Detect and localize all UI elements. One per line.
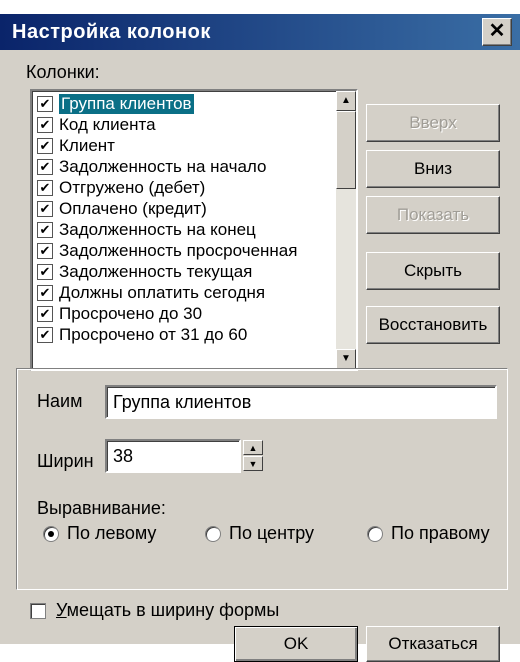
list-scrollbar[interactable]: ▲ ▼ xyxy=(336,91,356,369)
checkbox-icon[interactable]: ✔ xyxy=(37,200,53,217)
column-label: Оплачено (кредит) xyxy=(59,198,207,218)
column-settings-dialog: Настройка колонок ✕ Колонки: ✔ Группа кли… xyxy=(0,14,520,662)
column-properties-group: Наим Группа клиентов Ширин 38 ▲ ▼ Выравн… xyxy=(16,368,508,590)
column-label: Отгружено (дебет) xyxy=(59,177,206,197)
column-label: Задолженность просроченная xyxy=(59,240,298,260)
list-item[interactable]: ✔ Должны оплатить сегодня xyxy=(34,282,330,303)
alignment-label: Выравнивание: xyxy=(37,498,166,518)
column-label: Просрочено от 31 до 60 xyxy=(59,324,248,344)
align-center-radio[interactable]: По центру xyxy=(205,523,314,544)
column-label: Группа клиентов xyxy=(59,93,194,114)
align-center-label: По центру xyxy=(229,523,315,543)
close-icon: ✕ xyxy=(488,20,506,42)
restore-button[interactable]: Восстановить xyxy=(366,306,500,344)
window-title: Настройка колонок xyxy=(12,21,211,43)
list-item[interactable]: ✔ Просрочено до 30 xyxy=(34,303,330,324)
columns-label: Колонки: xyxy=(26,62,100,82)
width-input[interactable]: 38 xyxy=(105,439,241,473)
checkbox-icon[interactable]: ✔ xyxy=(37,95,53,112)
move-down-button[interactable]: Вниз xyxy=(366,150,500,188)
title-bar: Настройка колонок ✕ xyxy=(0,14,520,50)
checkbox-icon[interactable]: ✔ xyxy=(37,242,53,259)
list-item[interactable]: ✔ Задолженность текущая xyxy=(34,261,330,282)
checkbox-icon[interactable]: ✔ xyxy=(37,284,53,301)
align-right-radio[interactable]: По правому xyxy=(367,523,490,544)
column-label: Просрочено до 30 xyxy=(59,303,203,323)
align-right-label: По правому xyxy=(391,523,490,543)
name-input[interactable]: Группа клиентов xyxy=(105,385,497,419)
show-column-button[interactable]: Показать xyxy=(366,196,500,234)
close-button[interactable]: ✕ xyxy=(482,18,512,46)
checkbox-icon xyxy=(30,602,46,619)
checkbox-icon[interactable]: ✔ xyxy=(37,137,53,154)
fit-width-label: Умещать в ширину формы xyxy=(56,600,280,620)
width-spinner[interactable]: ▲ ▼ xyxy=(243,440,263,472)
checkbox-icon[interactable]: ✔ xyxy=(37,179,53,196)
align-left-label: По левому xyxy=(67,523,157,543)
checkbox-icon[interactable]: ✔ xyxy=(37,116,53,133)
cancel-button[interactable]: Отказаться xyxy=(366,626,500,662)
list-item[interactable]: ✔ Просрочено от 31 до 60 xyxy=(34,324,330,345)
checkbox-icon[interactable]: ✔ xyxy=(37,158,53,175)
radio-icon xyxy=(205,525,221,542)
width-label: Ширин xyxy=(37,451,94,471)
radio-icon xyxy=(367,525,383,542)
list-item[interactable]: ✔ Оплачено (кредит) xyxy=(34,198,330,219)
hide-column-button[interactable]: Скрыть xyxy=(366,252,500,290)
fit-width-checkbox[interactable]: Умещать в ширину формы xyxy=(30,600,279,621)
checkbox-icon[interactable]: ✔ xyxy=(37,326,53,343)
align-left-radio[interactable]: По левому xyxy=(43,523,156,544)
spin-up-icon[interactable]: ▲ xyxy=(243,440,263,455)
columns-list: ✔ Группа клиентов ✔ Код клиента ✔ Клиент ✔ Задо… xyxy=(34,93,330,345)
scroll-up-icon[interactable]: ▲ xyxy=(336,91,356,111)
column-label: Должны оплатить сегодня xyxy=(59,282,266,302)
checkbox-icon[interactable]: ✔ xyxy=(37,305,53,322)
spin-down-icon[interactable]: ▼ xyxy=(243,456,263,471)
checkbox-icon[interactable]: ✔ xyxy=(37,263,53,280)
column-label: Код клиента xyxy=(59,114,156,134)
column-label: Задолженность на конец xyxy=(59,219,256,239)
radio-selected-icon xyxy=(43,525,59,542)
list-item[interactable]: ✔ Отгружено (дебет) xyxy=(34,177,330,198)
list-item[interactable]: ✔ Задолженность просроченная xyxy=(34,240,330,261)
column-label: Клиент xyxy=(59,135,115,155)
ok-button[interactable]: OK xyxy=(234,626,358,662)
list-item[interactable]: ✔ Задолженность на конец xyxy=(34,219,330,240)
move-up-button[interactable]: Вверх xyxy=(366,104,500,142)
scroll-down-icon[interactable]: ▼ xyxy=(336,349,356,369)
list-item[interactable]: ✔ Задолженность на начало xyxy=(34,156,330,177)
columns-listbox[interactable]: ✔ Группа клиентов ✔ Код клиента ✔ Клиент ✔ Задо… xyxy=(30,89,358,371)
list-item[interactable]: ✔ Клиент xyxy=(34,135,330,156)
list-item[interactable]: ✔ Группа клиентов xyxy=(34,93,330,114)
scroll-thumb[interactable] xyxy=(336,111,356,189)
checkbox-icon[interactable]: ✔ xyxy=(37,221,53,238)
column-label: Задолженность на начало xyxy=(59,156,267,176)
name-label: Наим xyxy=(37,391,83,411)
list-item[interactable]: ✔ Код клиента xyxy=(34,114,330,135)
column-label: Задолженность текущая xyxy=(59,261,253,281)
